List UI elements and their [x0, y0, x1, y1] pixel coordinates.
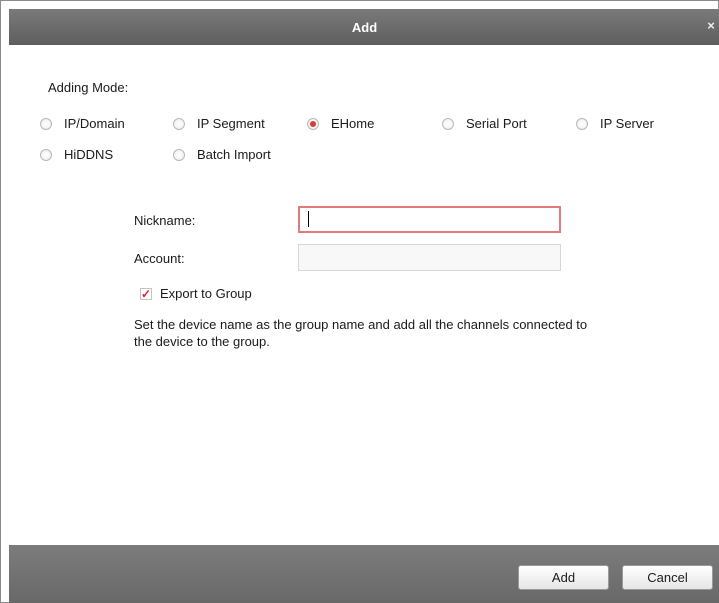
radio-label: IP/Domain	[64, 116, 125, 131]
radio-label: Batch Import	[197, 147, 271, 162]
account-label: Account:	[134, 251, 185, 266]
nickname-label: Nickname:	[134, 213, 196, 228]
cancel-button[interactable]: Cancel	[622, 565, 713, 590]
radio-icon	[442, 117, 454, 130]
radio-label: Serial Port	[466, 116, 527, 131]
title-bar: Add ×	[9, 9, 719, 45]
radio-serial-port[interactable]: Serial Port	[442, 116, 527, 131]
add-dialog: Add × Adding Mode: IP/Domain IP Segment …	[0, 0, 719, 603]
export-to-group-checkbox[interactable]: ✓ Export to Group	[140, 286, 252, 301]
adding-mode-label: Adding Mode:	[48, 80, 129, 95]
radio-selected-icon	[307, 117, 319, 130]
add-button[interactable]: Add	[518, 565, 609, 590]
radio-label: HiDDNS	[64, 147, 114, 162]
radio-batch-import[interactable]: Batch Import	[173, 147, 271, 162]
radio-ehome[interactable]: EHome	[307, 116, 374, 131]
radio-icon	[173, 117, 185, 130]
radio-hiddns[interactable]: HiDDNS	[40, 147, 113, 162]
text-caret	[308, 211, 309, 227]
radio-label: IP Segment	[197, 116, 265, 131]
radio-ip-segment[interactable]: IP Segment	[173, 116, 265, 131]
radio-icon	[173, 148, 185, 161]
radio-ip-server[interactable]: IP Server	[576, 116, 654, 131]
radio-ip-domain[interactable]: IP/Domain	[40, 116, 125, 131]
nickname-input[interactable]	[298, 206, 561, 233]
radio-icon	[40, 148, 52, 161]
dialog-title: Add	[351, 19, 378, 35]
radio-icon	[576, 117, 588, 130]
radio-label: EHome	[331, 116, 375, 131]
checkmark-icon: ✓	[140, 286, 152, 301]
radio-label: IP Server	[600, 116, 654, 131]
export-to-group-label: Export to Group	[160, 286, 252, 301]
dialog-content: Adding Mode: IP/Domain IP Segment EHome …	[9, 45, 719, 545]
dialog-footer: Add Cancel	[9, 545, 719, 603]
radio-icon	[40, 117, 52, 130]
close-icon[interactable]: ×	[704, 19, 718, 33]
account-input[interactable]	[298, 244, 561, 271]
export-hint-text: Set the device name as the group name an…	[134, 317, 588, 349]
